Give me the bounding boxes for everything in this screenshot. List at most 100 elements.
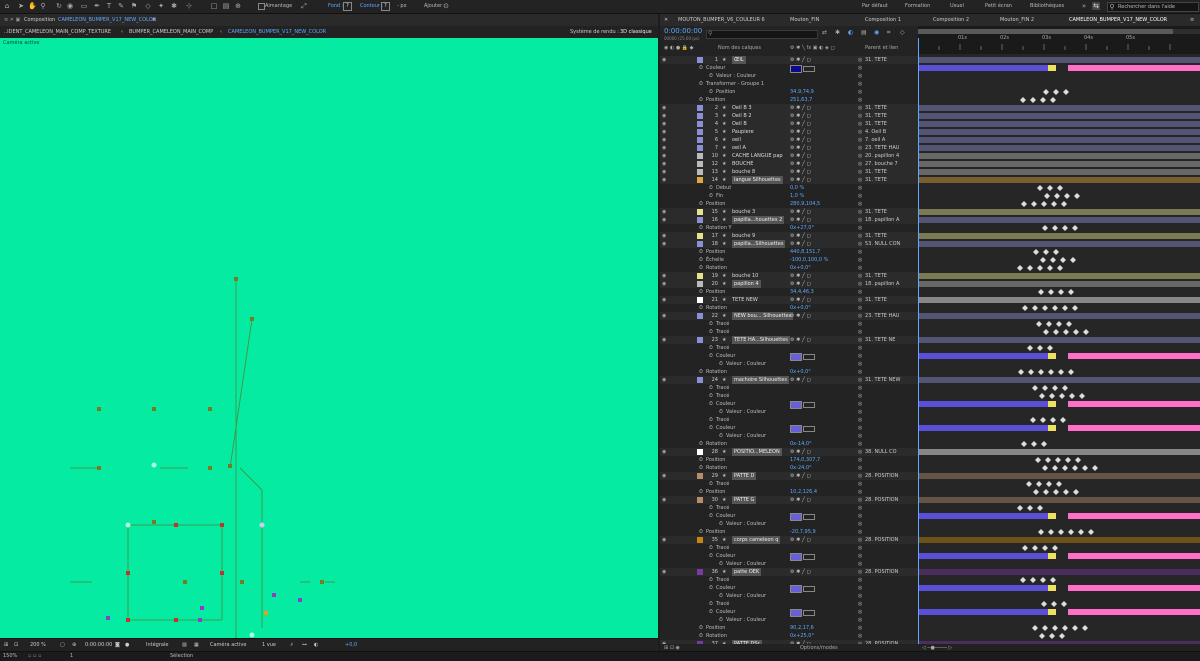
property-row[interactable]: ⏱ Valeur : Couleur ◎ (660, 616, 918, 624)
keyframe-diamond[interactable] (1047, 265, 1053, 271)
keyframe-diamond[interactable] (1042, 465, 1048, 471)
color-channel-icon[interactable]: ● (125, 642, 129, 648)
pick-whip-icon[interactable]: ◎ (858, 208, 862, 216)
visibility-icon[interactable]: ◉ (662, 376, 667, 384)
keyframe-diamond[interactable] (1072, 625, 1078, 631)
keyframe-diamond[interactable] (1058, 369, 1064, 375)
stopwatch-icon[interactable]: ⏱ (709, 392, 713, 400)
property-row[interactable]: ⏱ Valeur : Couleur ◎ (660, 432, 918, 440)
pick-whip-icon[interactable]: ◎ (858, 376, 862, 384)
layer-name[interactable]: corps cameleon q (732, 536, 781, 544)
stopwatch-icon[interactable]: ⏱ (709, 384, 713, 392)
parent-select[interactable]: 27. bouche 7 (865, 160, 898, 168)
label-color[interactable] (697, 337, 703, 343)
pick-whip-icon[interactable]: ◎ (858, 456, 862, 464)
keyframe-diamond[interactable] (1050, 417, 1056, 423)
keyframe-diamond[interactable] (1040, 577, 1046, 583)
timeline-tab-active[interactable]: CAMELEON_BUMPER_V17_NEW_COLOR (1069, 17, 1167, 23)
label-color[interactable] (697, 313, 703, 319)
exposure-value[interactable]: +0,0 (345, 642, 357, 648)
layer-duration-bar[interactable] (918, 281, 1200, 287)
keyframe-diamond[interactable] (1028, 369, 1034, 375)
rotate-tool-icon[interactable]: ↻ (55, 2, 63, 10)
layer-duration-bar[interactable] (918, 137, 1200, 143)
stopwatch-icon[interactable]: ⏱ (709, 320, 713, 328)
keyframe-diamond[interactable] (1038, 289, 1044, 295)
pick-whip-icon[interactable]: ◎ (858, 248, 862, 256)
layer-duration-bar[interactable] (918, 273, 1200, 279)
keyframe-diamond[interactable] (1074, 193, 1080, 199)
label-color[interactable] (697, 57, 703, 63)
pick-whip-icon[interactable]: ◎ (858, 384, 862, 392)
layer-name[interactable]: oeil A (732, 144, 746, 152)
keyframe-diamond[interactable] (1036, 481, 1042, 487)
pick-whip-icon[interactable]: ◎ (858, 408, 862, 416)
layer-duration-bar[interactable] (918, 297, 1200, 303)
stopwatch-icon[interactable]: ⏱ (719, 616, 723, 624)
keyframe-diamond[interactable] (1037, 265, 1043, 271)
keyframe-diamond[interactable] (1037, 345, 1043, 351)
layer-switches[interactable]: ⚙ ✱ ╱ ◻ (790, 312, 811, 320)
column-parent-header[interactable]: Parent et lien (865, 45, 898, 51)
stopwatch-icon[interactable]: ⏱ (709, 416, 713, 424)
layer-switches[interactable]: ⚙ ✱ ╱ ◻ (790, 208, 811, 216)
layer-search-input[interactable] (706, 30, 818, 39)
layer-name[interactable]: NEW bou... Silhouettes (732, 312, 794, 320)
label-color[interactable] (697, 129, 703, 135)
clone-tool-icon[interactable]: ⚑ (130, 2, 138, 10)
resolution-select[interactable]: Intégrale (146, 642, 168, 648)
stopwatch-icon[interactable]: ⏱ (719, 592, 723, 600)
zoom-tool-icon[interactable]: ⚲ (39, 2, 47, 10)
timeline-timecode[interactable]: 0:00:00:00 (664, 27, 702, 35)
keyframe-diamond[interactable] (1020, 577, 1026, 583)
stroke-unit[interactable]: - px (397, 3, 407, 9)
layer-name[interactable]: bouche 10 (732, 272, 758, 280)
fast-preview-icon[interactable]: ⚡ (290, 642, 294, 648)
stopwatch-icon[interactable]: ⏱ (719, 560, 723, 568)
keyframe-diamond[interactable] (1045, 457, 1051, 463)
region-icon[interactable]: ▨ (182, 642, 187, 648)
layer-row[interactable]: ◉ 30 ★ PATTE G ⚙ ✱ ╱ ◻ 28. POSITION ◎ (660, 496, 918, 504)
keyframe-diamond[interactable] (1083, 329, 1089, 335)
property-row[interactable]: ⏱ Couleur ◎ (660, 352, 918, 361)
pick-whip-icon[interactable]: ◎ (858, 528, 862, 536)
property-value[interactable]: 1,0 % (790, 192, 804, 200)
home-icon[interactable]: ⌂ (3, 2, 11, 10)
layer-name[interactable]: BOUCHE (732, 160, 753, 168)
puppet-tool-icon[interactable]: ✱ (170, 2, 178, 10)
stopwatch-icon[interactable]: ⏱ (709, 72, 713, 80)
property-row[interactable]: ⏱ Tracé ◎ (660, 416, 918, 424)
pick-whip-icon[interactable]: ◎ (858, 216, 862, 224)
keyframe-diamond[interactable] (1060, 257, 1066, 263)
parent-select[interactable]: 31. TETE (865, 272, 887, 280)
property-row[interactable]: ⏱ Tracé ◎ (660, 544, 918, 552)
layer-switches[interactable]: ⚙ ✱ ╱ ◻ (790, 152, 811, 160)
visibility-icon[interactable]: ◉ (662, 312, 667, 320)
keyframe-diamond[interactable] (1027, 265, 1033, 271)
parent-select[interactable]: 31. TETE NEW (865, 376, 900, 384)
keyframe-diamond[interactable] (1043, 89, 1049, 95)
property-row[interactable]: ⏱ Tracé ◎ (660, 344, 918, 352)
snapshot-icon[interactable]: ◙ (115, 642, 120, 648)
visibility-icon[interactable]: ◉ (662, 104, 667, 112)
keyframe-diamond[interactable] (1068, 529, 1074, 535)
keyframe-diamond[interactable] (1049, 393, 1055, 399)
keyframe-icon[interactable]: ◇ (900, 29, 905, 36)
layer-name[interactable]: TETE HA...Silhouettes (732, 336, 790, 344)
help-search-input[interactable]: ⚲ Rechercher dans l'aide (1107, 2, 1199, 12)
label-color[interactable] (697, 297, 703, 303)
pick-whip-icon[interactable]: ◎ (858, 56, 862, 64)
keyframe-diamond[interactable] (1043, 329, 1049, 335)
property-row[interactable]: ⏱ Rotation Y 0x+27,0° ◎ (660, 224, 918, 232)
camera-tool-icon[interactable]: ◉ (66, 2, 74, 10)
tab-menu-icon[interactable]: ≡ (1190, 17, 1194, 23)
parent-select[interactable]: 38. NULL CO (865, 448, 897, 456)
pick-whip-icon[interactable]: ◎ (858, 496, 862, 504)
stopwatch-icon[interactable]: ⏱ (709, 480, 713, 488)
layer-duration-bar[interactable] (918, 337, 1200, 343)
parent-select[interactable]: 31. TETE NE (865, 336, 895, 344)
pick-whip-icon[interactable]: ◎ (858, 160, 862, 168)
pick-whip-icon[interactable]: ◎ (858, 568, 862, 576)
stopwatch-icon[interactable]: ⏱ (699, 624, 703, 632)
keyframe-diamond[interactable] (1018, 369, 1024, 375)
